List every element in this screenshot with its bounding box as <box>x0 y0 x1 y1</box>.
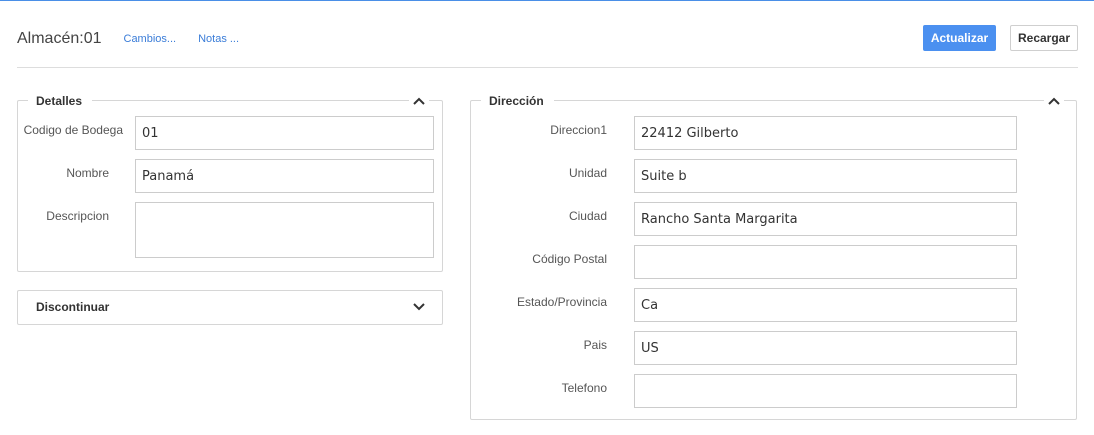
description-field[interactable] <box>135 202 434 258</box>
address-section: Dirección Direccion1 Unidad Ciudad Códig… <box>470 93 1077 420</box>
postal-code-field[interactable] <box>634 245 1017 279</box>
header-divider <box>17 67 1078 68</box>
discontinue-title: Discontinuar <box>36 300 110 314</box>
phone-label: Telefono <box>561 381 607 395</box>
page-title: Almacén:01 <box>17 30 102 47</box>
unit-field[interactable] <box>634 159 1017 193</box>
code-field[interactable] <box>135 116 434 150</box>
page-header: Almacén:01 Cambios... Notas ... <box>17 27 239 51</box>
name-label: Nombre <box>66 166 109 180</box>
unit-label: Unidad <box>568 166 607 180</box>
postal-code-label: Código Postal <box>532 252 607 266</box>
country-field[interactable] <box>634 331 1017 365</box>
details-legend: Detalles <box>28 93 93 109</box>
city-label: Ciudad <box>568 209 607 223</box>
state-label: Estado/Provincia <box>516 295 607 309</box>
update-button[interactable]: Actualizar <box>923 25 996 51</box>
changes-link[interactable]: Cambios... <box>124 33 177 45</box>
details-section: Detalles Codigo de Bodega Nombre Descrip… <box>17 93 443 272</box>
discontinue-section[interactable]: Discontinuar <box>17 290 443 325</box>
notes-link[interactable]: Notas ... <box>198 33 239 45</box>
address1-field[interactable] <box>634 116 1017 150</box>
address-legend: Dirección <box>481 93 554 109</box>
country-label: Pais <box>583 338 607 352</box>
reload-button[interactable]: Recargar <box>1010 25 1078 51</box>
code-label: Codigo de Bodega <box>23 123 123 137</box>
description-label: Descripcion <box>46 209 109 223</box>
chevron-down-icon[interactable] <box>409 299 429 315</box>
state-field[interactable] <box>634 288 1017 322</box>
chevron-up-icon[interactable] <box>409 93 429 109</box>
address1-label: Direccion1 <box>550 123 607 137</box>
chevron-up-icon[interactable] <box>1044 93 1064 109</box>
name-field[interactable] <box>135 159 434 193</box>
city-field[interactable] <box>634 202 1017 236</box>
phone-field[interactable] <box>634 374 1017 408</box>
